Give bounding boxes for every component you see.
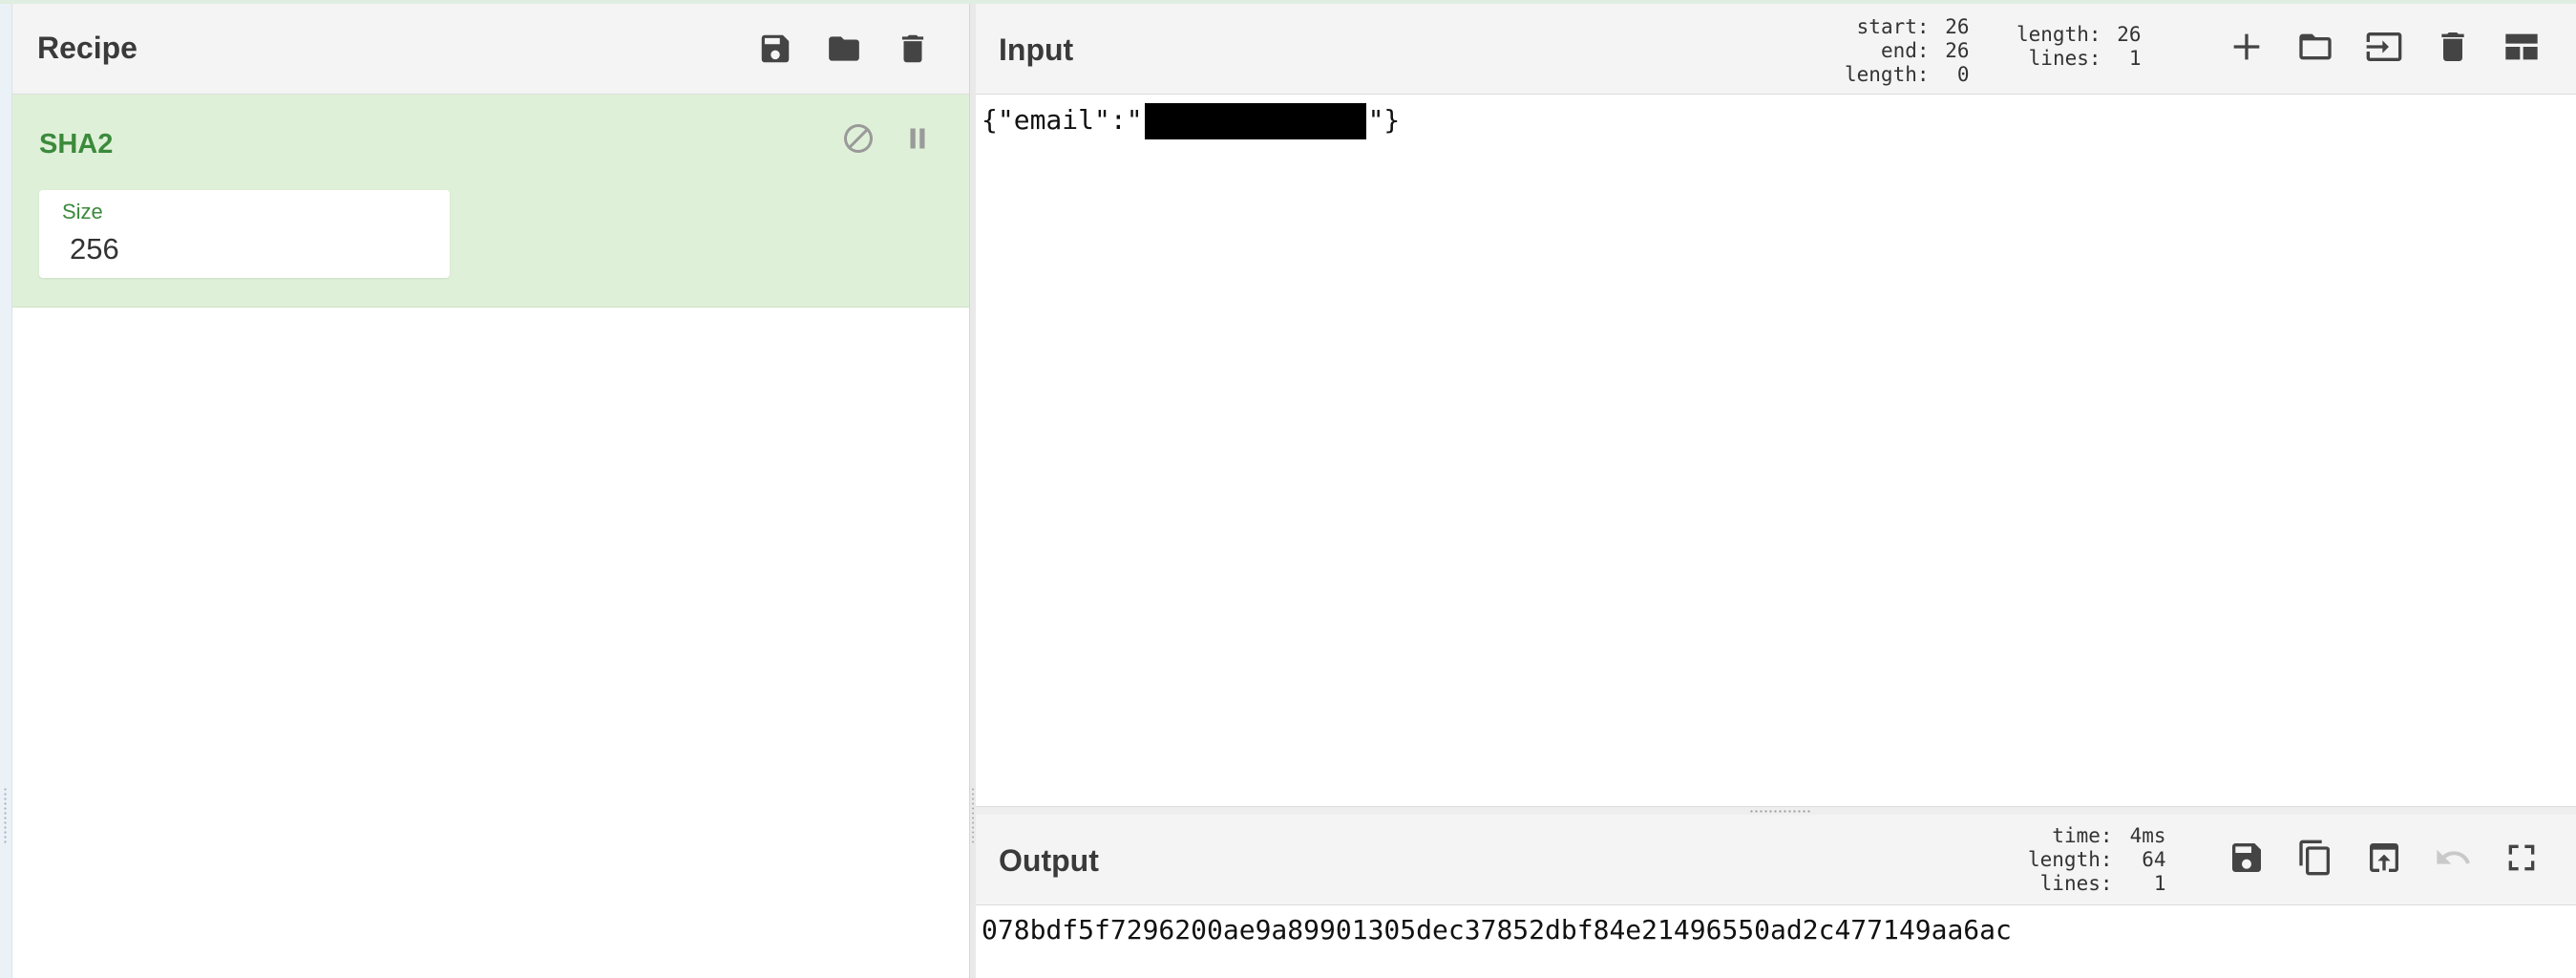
save-icon	[761, 34, 790, 63]
pause-icon[interactable]	[900, 121, 935, 156]
operations-pane-edge	[0, 4, 12, 978]
input-summary-stats: length: 26 lines: 1	[2016, 23, 2142, 71]
time-value: 4ms	[2129, 824, 2166, 847]
move-to-input-icon	[2370, 843, 2398, 872]
output-text[interactable]: 078bdf5f7296200ae9a89901305dec37852dbf84…	[982, 914, 2012, 946]
input-length-value: 26	[2117, 23, 2142, 46]
undo-button[interactable]	[2429, 834, 2477, 882]
clear-recipe-button[interactable]	[889, 25, 937, 73]
recipe-toolbar	[751, 25, 937, 73]
operation-controls	[841, 121, 935, 156]
add-input-tab-button[interactable]	[2223, 23, 2270, 71]
input-length-label: length:	[2016, 23, 2101, 46]
output-toolbar	[2223, 834, 2545, 882]
start-label: start:	[1856, 15, 1930, 38]
recipe-header: Recipe	[12, 4, 969, 95]
start-value: 26	[1945, 15, 1970, 38]
trash-icon	[2441, 32, 2464, 61]
time-label: time:	[2052, 824, 2113, 847]
fullscreen-icon	[2508, 844, 2535, 871]
output-lines-label: lines:	[2039, 872, 2113, 895]
clear-input-button[interactable]	[2429, 23, 2477, 71]
input-title: Input	[999, 32, 1074, 67]
undo-icon	[2437, 849, 2470, 864]
operation-name: SHA2	[39, 129, 114, 159]
size-field[interactable]: Size 256	[39, 190, 450, 278]
size-value[interactable]: 256	[70, 232, 119, 266]
recipe-title: Recipe	[37, 31, 137, 65]
output-title: Output	[999, 843, 1099, 878]
input-lines-label: lines:	[2028, 47, 2101, 70]
input-text-area[interactable]: {"email":" "}	[982, 103, 1400, 139]
output-pane: Output time: 4ms length: 64 lines: 1 078bd	[976, 815, 2576, 978]
output-header: Output time: 4ms length: 64 lines: 1	[976, 815, 2576, 905]
gutter-grip[interactable]	[3, 787, 8, 844]
output-length-value: 64	[2142, 848, 2166, 871]
plus-icon	[2233, 33, 2260, 60]
open-input-file-button[interactable]	[2291, 23, 2339, 71]
end-value: 26	[1945, 39, 1970, 62]
input-pane: Input start: 26 end: 26 length: 0 length: 26…	[976, 4, 2576, 806]
folder-icon	[829, 36, 859, 61]
output-length-label: length:	[2028, 848, 2113, 871]
input-selection-stats: start: 26 end: 26 length: 0	[1845, 15, 1970, 87]
operation-sha2[interactable]: SHA2 Size 256	[12, 95, 969, 308]
input-text-suffix: "}	[1367, 104, 1401, 136]
input-toolbar	[2223, 23, 2545, 71]
input-header: Input start: 26 end: 26 length: 0 length: 26…	[976, 4, 2576, 95]
open-input-folder-button[interactable]	[2360, 23, 2408, 71]
load-recipe-button[interactable]	[820, 25, 868, 73]
save-icon	[2232, 843, 2261, 872]
save-recipe-button[interactable]	[751, 25, 799, 73]
redacted-email	[1144, 103, 1366, 139]
maximise-output-button[interactable]	[2498, 834, 2545, 882]
output-lines-value: 1	[2153, 872, 2166, 895]
input-lines-value: 1	[2128, 47, 2142, 70]
move-output-to-input-button[interactable]	[2360, 834, 2408, 882]
recipe-pane: Recipe SHA2 Size 256	[12, 4, 969, 978]
hsplit-grip[interactable]	[1749, 809, 1810, 814]
save-output-button[interactable]	[2223, 834, 2270, 882]
disable-icon[interactable]	[841, 121, 876, 156]
insert-icon	[2366, 32, 2402, 61]
folder-icon	[2299, 33, 2332, 60]
output-stats: time: 4ms length: 64 lines: 1	[2028, 824, 2166, 896]
input-text-prefix: {"email":"	[982, 104, 1143, 136]
layout-icon	[2505, 33, 2538, 60]
selection-length-label: length:	[1845, 63, 1930, 86]
size-label: Size	[62, 200, 103, 223]
copy-icon	[2299, 840, 2330, 876]
end-label: end:	[1880, 39, 1930, 62]
trash-icon	[901, 34, 924, 63]
selection-length-value: 0	[1956, 63, 1970, 86]
copy-output-button[interactable]	[2291, 834, 2339, 882]
reset-layout-button[interactable]	[2498, 23, 2545, 71]
